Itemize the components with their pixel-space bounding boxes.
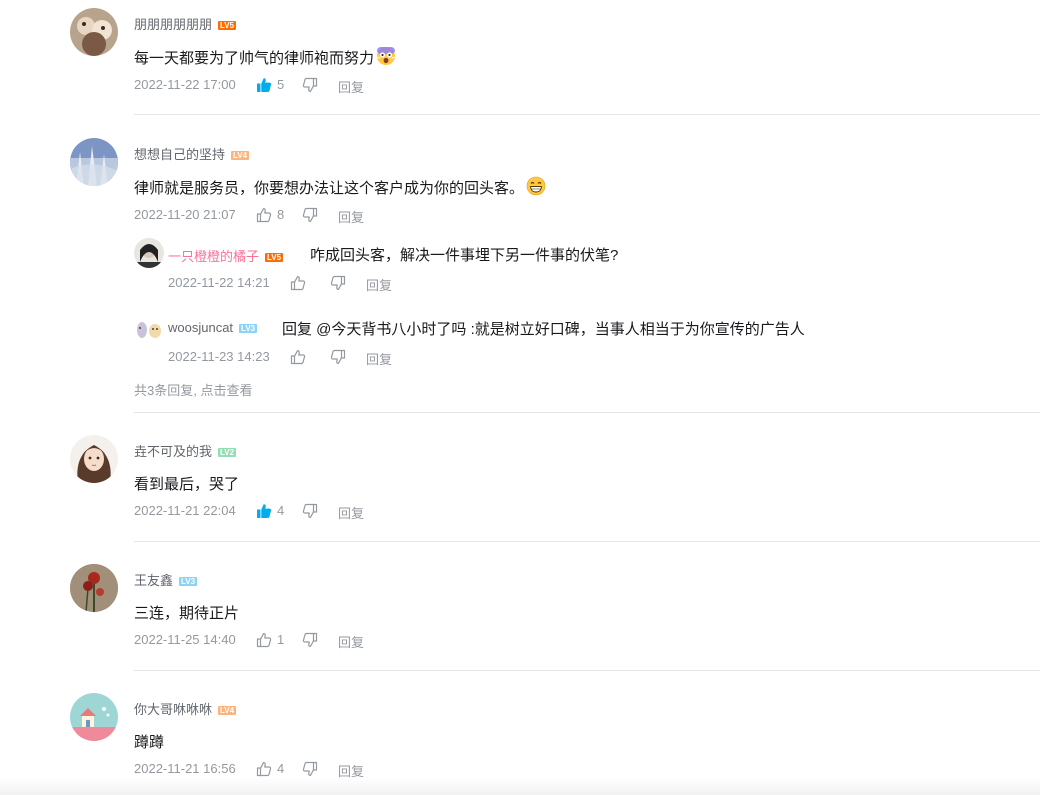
level-badge: LV3 bbox=[179, 577, 198, 586]
username[interactable]: 垚不可及的我 LV2 bbox=[134, 441, 237, 460]
comment-text: 每一天都要为了帅气的律师袍而努力 bbox=[134, 46, 396, 68]
grinning-face-emoji bbox=[526, 176, 546, 196]
reply-button[interactable]: 回复 bbox=[338, 503, 364, 522]
reply-username[interactable]: woosjuncat LV3 bbox=[168, 320, 258, 335]
avatar[interactable] bbox=[70, 564, 118, 612]
thumbs-down-icon[interactable] bbox=[302, 503, 318, 519]
reply-username[interactable]: 一只橙橙的橘子 LV5 bbox=[168, 246, 284, 265]
timestamp: 2022-11-25 14:40 bbox=[134, 632, 236, 647]
level-badge: LV4 bbox=[231, 151, 250, 160]
timestamp: 2022-11-20 21:07 bbox=[134, 207, 236, 222]
reply-text: 咋成回头客，解决一件事埋下另一件事的伏笔? bbox=[310, 247, 619, 264]
thumbs-up-icon[interactable] bbox=[290, 275, 306, 291]
level-badge: LV2 bbox=[218, 448, 237, 457]
avatar[interactable] bbox=[70, 693, 118, 741]
username[interactable]: 你大哥咻咻咻 LV4 bbox=[134, 699, 237, 718]
thumbs-down-icon[interactable] bbox=[330, 275, 346, 291]
divider bbox=[134, 114, 1040, 115]
divider bbox=[134, 541, 1040, 542]
username[interactable]: 王友鑫 LV3 bbox=[134, 570, 198, 589]
view-more-replies[interactable]: 共3条回复, 点击查看 bbox=[134, 380, 252, 399]
thumbs-down-icon[interactable] bbox=[330, 349, 346, 365]
reply-button[interactable]: 回复 bbox=[366, 275, 392, 294]
thumbs-up-icon[interactable] bbox=[256, 632, 272, 648]
like-count: 4 bbox=[277, 761, 285, 776]
divider bbox=[134, 670, 1040, 671]
thumbs-up-icon[interactable] bbox=[256, 503, 272, 519]
thumbs-up-icon[interactable] bbox=[256, 77, 272, 93]
level-badge: LV5 bbox=[265, 253, 284, 262]
reply-button[interactable]: 回复 bbox=[338, 77, 364, 96]
comment-text: 律师就是服务员，你要想办法让这个客户成为你的回头客。 bbox=[134, 176, 546, 198]
scared-face-emoji bbox=[376, 47, 396, 65]
timestamp: 2022-11-21 22:04 bbox=[134, 503, 236, 518]
thumbs-up-icon[interactable] bbox=[256, 207, 272, 223]
comment-text: 三连，期待正片 bbox=[134, 605, 240, 622]
thumbs-down-icon[interactable] bbox=[302, 632, 318, 648]
like-count: 5 bbox=[277, 77, 285, 92]
divider bbox=[134, 412, 1040, 413]
level-badge: LV3 bbox=[239, 324, 258, 333]
timestamp: 2022-11-21 16:56 bbox=[134, 761, 236, 776]
like-count: 8 bbox=[277, 207, 285, 222]
avatar[interactable] bbox=[70, 435, 118, 483]
avatar[interactable] bbox=[70, 138, 118, 186]
reply-avatar[interactable] bbox=[134, 314, 164, 344]
thumbs-up-icon[interactable] bbox=[290, 349, 306, 365]
reply-button[interactable]: 回复 bbox=[366, 349, 392, 368]
thumbs-down-icon[interactable] bbox=[302, 761, 318, 777]
thumbs-down-icon[interactable] bbox=[302, 77, 318, 93]
comment-text: 蹲蹲 bbox=[134, 734, 165, 751]
username[interactable]: 朋朋朋朋朋朋 LV5 bbox=[134, 14, 237, 33]
thumbs-up-icon[interactable] bbox=[256, 761, 272, 777]
thumbs-down-icon[interactable] bbox=[302, 207, 318, 223]
level-badge: LV5 bbox=[218, 21, 237, 30]
reply-button[interactable]: 回复 bbox=[338, 632, 364, 651]
like-count: 1 bbox=[277, 632, 285, 647]
reply-text: 回复 @今天背书八小时了吗 :就是树立好口碑，当事人相当于为你宣传的广告人 bbox=[282, 321, 805, 338]
level-badge: LV4 bbox=[218, 706, 237, 715]
comment-text: 看到最后，哭了 bbox=[134, 476, 240, 493]
username[interactable]: 想想自己的坚持 LV4 bbox=[134, 144, 250, 163]
like-count: 4 bbox=[277, 503, 285, 518]
timestamp: 2022-11-23 14:23 bbox=[168, 349, 270, 364]
avatar[interactable] bbox=[70, 8, 118, 56]
reply-button[interactable]: 回复 bbox=[338, 207, 364, 226]
timestamp: 2022-11-22 14:21 bbox=[168, 275, 270, 290]
timestamp: 2022-11-22 17:00 bbox=[134, 77, 236, 92]
bottom-fade bbox=[0, 777, 1040, 795]
reply-avatar[interactable] bbox=[134, 238, 164, 268]
